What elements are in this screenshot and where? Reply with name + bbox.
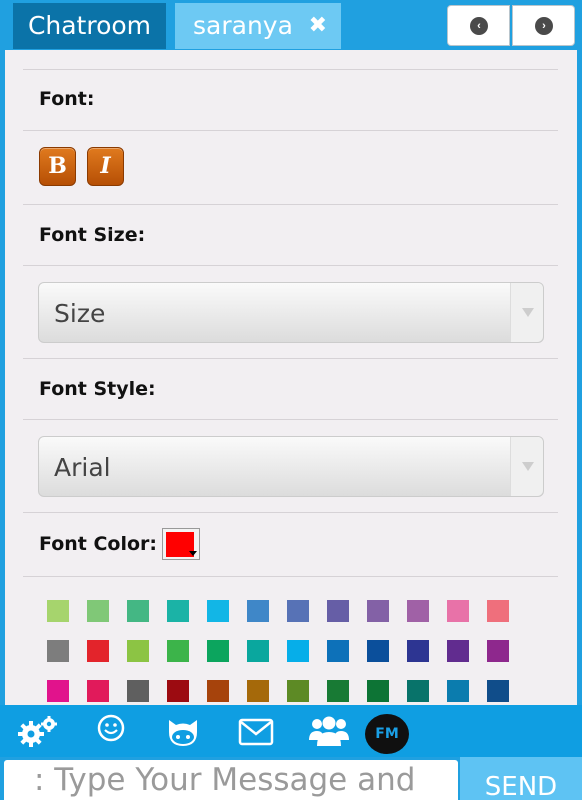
color-swatch[interactable] bbox=[87, 680, 109, 702]
divider bbox=[23, 265, 558, 266]
font-size-select[interactable]: Size bbox=[38, 282, 544, 343]
color-swatch[interactable] bbox=[367, 680, 389, 702]
fm-radio-button[interactable]: FM bbox=[365, 714, 409, 754]
mail-icon[interactable] bbox=[238, 718, 274, 746]
select-arrow-box bbox=[510, 283, 543, 342]
smiley-icon[interactable] bbox=[96, 713, 126, 743]
color-swatch[interactable] bbox=[247, 600, 269, 622]
divider bbox=[23, 358, 558, 359]
send-button[interactable]: SEND bbox=[460, 757, 582, 800]
color-swatch[interactable] bbox=[287, 640, 309, 662]
color-swatch[interactable] bbox=[447, 640, 469, 662]
font-size-value: Size bbox=[54, 299, 106, 328]
color-swatch[interactable] bbox=[287, 600, 309, 622]
color-swatch[interactable] bbox=[47, 680, 69, 702]
tab-saranya[interactable]: saranya ✖ bbox=[175, 3, 341, 49]
color-swatch[interactable] bbox=[207, 640, 229, 662]
gear-icon[interactable] bbox=[18, 716, 58, 748]
font-color-label: Font Color: bbox=[39, 533, 158, 555]
color-swatch[interactable] bbox=[367, 600, 389, 622]
font-style-value: Arial bbox=[54, 453, 111, 482]
divider bbox=[23, 130, 558, 131]
font-color-picker[interactable] bbox=[162, 528, 200, 560]
chevron-right-icon: › bbox=[535, 17, 553, 35]
next-tab-button[interactable]: › bbox=[512, 5, 575, 46]
font-size-label: Font Size: bbox=[39, 224, 146, 246]
font-label: Font: bbox=[39, 88, 95, 110]
color-swatch[interactable] bbox=[47, 640, 69, 662]
previous-tab-button[interactable]: ‹ bbox=[447, 5, 510, 46]
divider bbox=[23, 419, 558, 420]
color-swatch[interactable] bbox=[487, 680, 509, 702]
bold-button[interactable]: B bbox=[39, 147, 76, 186]
font-style-label: Font Style: bbox=[39, 378, 156, 400]
color-swatch[interactable] bbox=[127, 600, 149, 622]
italic-button[interactable]: I bbox=[87, 147, 124, 186]
caret-down-icon bbox=[189, 551, 197, 556]
message-input[interactable] bbox=[4, 760, 458, 800]
color-swatch[interactable] bbox=[407, 640, 429, 662]
close-tab-icon[interactable]: ✖ bbox=[309, 3, 327, 49]
color-swatch[interactable] bbox=[327, 600, 349, 622]
select-arrow-box bbox=[510, 437, 543, 496]
color-swatch[interactable] bbox=[127, 680, 149, 702]
color-swatch[interactable] bbox=[207, 600, 229, 622]
color-swatch[interactable] bbox=[447, 600, 469, 622]
divider bbox=[23, 512, 558, 513]
color-swatch[interactable] bbox=[487, 600, 509, 622]
left-frame bbox=[0, 50, 5, 705]
tab-chatroom[interactable]: Chatroom bbox=[13, 3, 166, 49]
divider bbox=[23, 576, 558, 577]
chevron-left-icon: ‹ bbox=[470, 17, 488, 35]
color-swatch[interactable] bbox=[47, 600, 69, 622]
color-swatch[interactable] bbox=[167, 640, 189, 662]
color-swatch[interactable] bbox=[407, 680, 429, 702]
font-style-select[interactable]: Arial bbox=[38, 436, 544, 497]
color-swatch[interactable] bbox=[167, 600, 189, 622]
color-swatch[interactable] bbox=[127, 640, 149, 662]
chevron-down-icon bbox=[522, 308, 534, 317]
color-swatch[interactable] bbox=[447, 680, 469, 702]
octocat-icon[interactable] bbox=[165, 716, 201, 748]
color-swatch[interactable] bbox=[87, 600, 109, 622]
color-swatch[interactable] bbox=[207, 680, 229, 702]
color-swatch[interactable] bbox=[247, 680, 269, 702]
color-swatch[interactable] bbox=[327, 640, 349, 662]
color-swatch[interactable] bbox=[487, 640, 509, 662]
color-swatch[interactable] bbox=[167, 680, 189, 702]
color-swatch[interactable] bbox=[87, 640, 109, 662]
color-swatch[interactable] bbox=[327, 680, 349, 702]
color-swatch[interactable] bbox=[247, 640, 269, 662]
divider bbox=[23, 69, 558, 70]
chevron-down-icon bbox=[522, 462, 534, 471]
users-icon[interactable] bbox=[308, 714, 350, 748]
chat-toolbar bbox=[0, 705, 582, 757]
color-swatch[interactable] bbox=[287, 680, 309, 702]
right-frame bbox=[577, 50, 582, 705]
tab-user-label: saranya bbox=[193, 11, 293, 40]
divider bbox=[23, 204, 558, 205]
color-swatch[interactable] bbox=[407, 600, 429, 622]
tab-chatroom-label: Chatroom bbox=[27, 11, 152, 40]
color-swatch[interactable] bbox=[367, 640, 389, 662]
